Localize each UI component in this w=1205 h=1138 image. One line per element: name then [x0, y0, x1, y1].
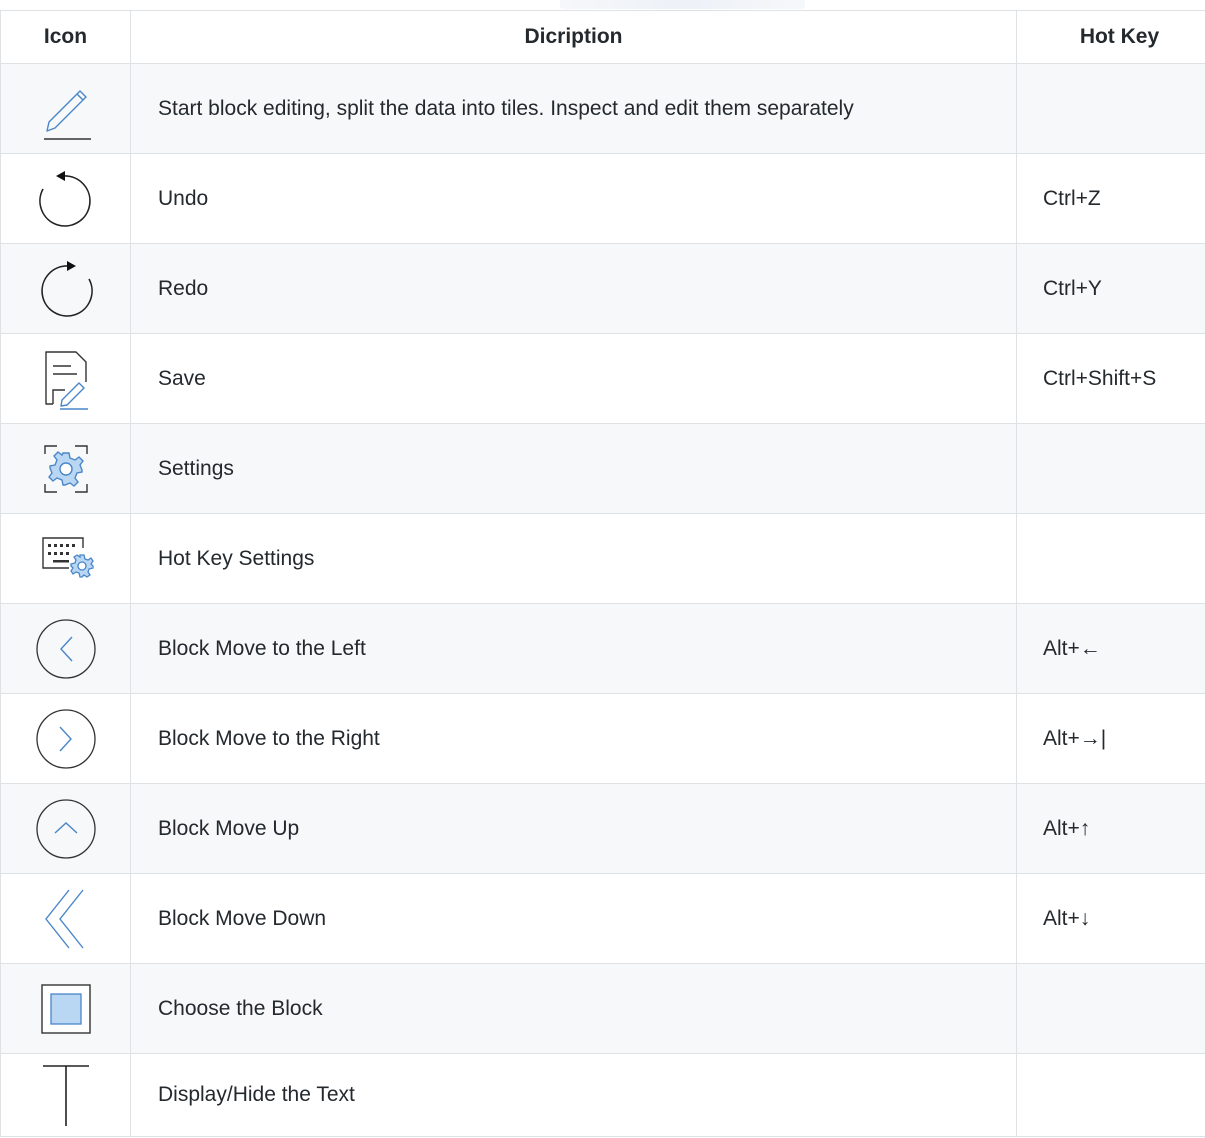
hotkey-table: Icon Dicription Hot Key Start block edit… — [0, 10, 1205, 1137]
hotkey-cell — [1016, 423, 1205, 514]
icon-cell — [0, 243, 131, 334]
chevron-up-circle-icon — [35, 798, 96, 859]
text-cursor-icon — [42, 1065, 89, 1126]
icon-cell — [0, 63, 131, 154]
description-column-header: Dicription — [130, 10, 1017, 64]
icon-cell — [0, 423, 131, 514]
description-cell: Block Move to the Left — [130, 603, 1017, 694]
icon-cell — [0, 603, 131, 694]
description-cell: Block Move to the Right — [130, 693, 1017, 784]
keyboard-gear-icon — [41, 536, 94, 578]
icon-column-header: Icon — [0, 10, 131, 64]
hotkey-column-header: Hot Key — [1016, 10, 1205, 64]
header-image-fragment — [560, 0, 805, 9]
hotkey-cell — [1016, 513, 1205, 604]
description-cell: Undo — [130, 153, 1017, 244]
hotkey-cell: Alt+↓ — [1016, 873, 1205, 964]
description-cell: Save — [130, 333, 1017, 424]
hotkey-cell — [1016, 963, 1205, 1054]
description-cell: Display/Hide the Text — [130, 1053, 1017, 1137]
chevron-left-circle-icon — [35, 618, 96, 679]
table-row: Save Ctrl+Shift+S — [0, 333, 1205, 424]
block-select-icon — [40, 983, 91, 1034]
table-row: Choose the Block — [0, 963, 1205, 1054]
pencil-icon — [43, 89, 91, 140]
description-cell: Redo — [130, 243, 1017, 334]
save-document-icon — [44, 350, 88, 410]
table-row: Start block editing, split the data into… — [0, 63, 1205, 154]
description-cell: Choose the Block — [130, 963, 1017, 1054]
table-row: Block Move Down Alt+↓ — [0, 873, 1205, 964]
description-cell: Settings — [130, 423, 1017, 514]
icon-cell — [0, 153, 131, 244]
top-strip — [0, 0, 1205, 10]
description-cell: Block Move Down — [130, 873, 1017, 964]
table-row: Block Move to the Left Alt+← — [0, 603, 1205, 694]
hotkey-cell: Alt+↑ — [1016, 783, 1205, 874]
table-row: Display/Hide the Text — [0, 1053, 1205, 1137]
undo-icon — [38, 170, 91, 227]
hotkey-cell: Alt+→| — [1016, 693, 1205, 784]
hotkey-cell: Alt+← — [1016, 603, 1205, 694]
table-row: Settings — [0, 423, 1205, 514]
table-row: Block Move to the Right Alt+→| — [0, 693, 1205, 784]
chevron-right-circle-icon — [35, 708, 96, 769]
hotkey-cell: Ctrl+Shift+S — [1016, 333, 1205, 424]
description-cell: Hot Key Settings — [130, 513, 1017, 604]
icon-cell — [0, 693, 131, 784]
hotkey-cell — [1016, 63, 1205, 154]
hotkey-cell — [1016, 1053, 1205, 1137]
icon-cell — [0, 1053, 131, 1137]
icon-cell — [0, 873, 131, 964]
icon-cell — [0, 333, 131, 424]
hotkey-cell: Ctrl+Z — [1016, 153, 1205, 244]
double-chevron-icon — [44, 889, 84, 948]
icon-cell — [0, 513, 131, 604]
table-row: Redo Ctrl+Y — [0, 243, 1205, 334]
table-row: Hot Key Settings — [0, 513, 1205, 604]
description-cell: Block Move Up — [130, 783, 1017, 874]
table-row: Block Move Up Alt+↑ — [0, 783, 1205, 874]
hotkey-cell: Ctrl+Y — [1016, 243, 1205, 334]
description-cell: Start block editing, split the data into… — [130, 63, 1017, 154]
icon-cell — [0, 963, 131, 1054]
gear-icon — [43, 444, 88, 493]
table-row: Undo Ctrl+Z — [0, 153, 1205, 244]
icon-cell — [0, 783, 131, 874]
table-header-row: Icon Dicription Hot Key — [0, 10, 1205, 64]
redo-icon — [40, 260, 93, 317]
